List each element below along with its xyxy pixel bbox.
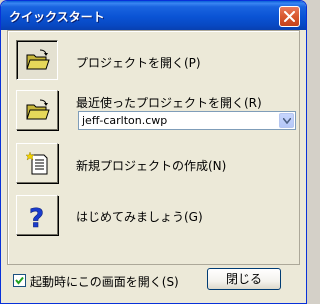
window-close-button[interactable] [279, 6, 300, 27]
quickstart-window: クイックスタート プロジェクトを開く(P) 最近使ったプロジェクトを開く(R) … [0, 0, 307, 304]
open-project-button[interactable] [16, 40, 58, 80]
close-icon [284, 11, 295, 22]
close-dialog-button[interactable]: 閉じる [207, 268, 281, 290]
recent-project-select[interactable]: jeff-carlton.cwp [78, 111, 296, 130]
recent-project-value: jeff-carlton.cwp [82, 114, 168, 127]
actions-panel: プロジェクトを開く(P) 最近使ったプロジェクトを開く(R) jeff-carl… [7, 30, 300, 265]
dialog-body: プロジェクトを開く(P) 最近使ったプロジェクトを開く(R) jeff-carl… [4, 30, 303, 302]
new-project-label[interactable]: 新規プロジェクトの作成(N) [76, 157, 226, 174]
open-folder-icon [26, 99, 50, 120]
open-project-label[interactable]: プロジェクトを開く(P) [76, 54, 201, 71]
new-document-icon [26, 152, 48, 175]
svg-text:?: ? [29, 204, 44, 230]
window-title: クイックスタート [9, 10, 105, 24]
help-question-icon: ? [29, 204, 45, 230]
title-bar[interactable]: クイックスタート [1, 1, 306, 30]
open-folder-icon [26, 49, 50, 70]
open-recent-button[interactable] [16, 90, 58, 130]
dropdown-button[interactable] [279, 113, 294, 128]
new-project-button[interactable] [16, 143, 58, 183]
checkmark-icon [15, 276, 24, 285]
startup-checkbox-label[interactable]: 起動時にこの画面を開く(S) [30, 273, 179, 290]
open-recent-label[interactable]: 最近使ったプロジェクトを開く(R) [76, 94, 262, 111]
chevron-down-icon [283, 118, 291, 124]
startup-checkbox[interactable] [13, 274, 26, 287]
getting-started-button[interactable]: ? [16, 195, 58, 235]
getting-started-label[interactable]: はじめてみましょう(G) [76, 208, 203, 225]
